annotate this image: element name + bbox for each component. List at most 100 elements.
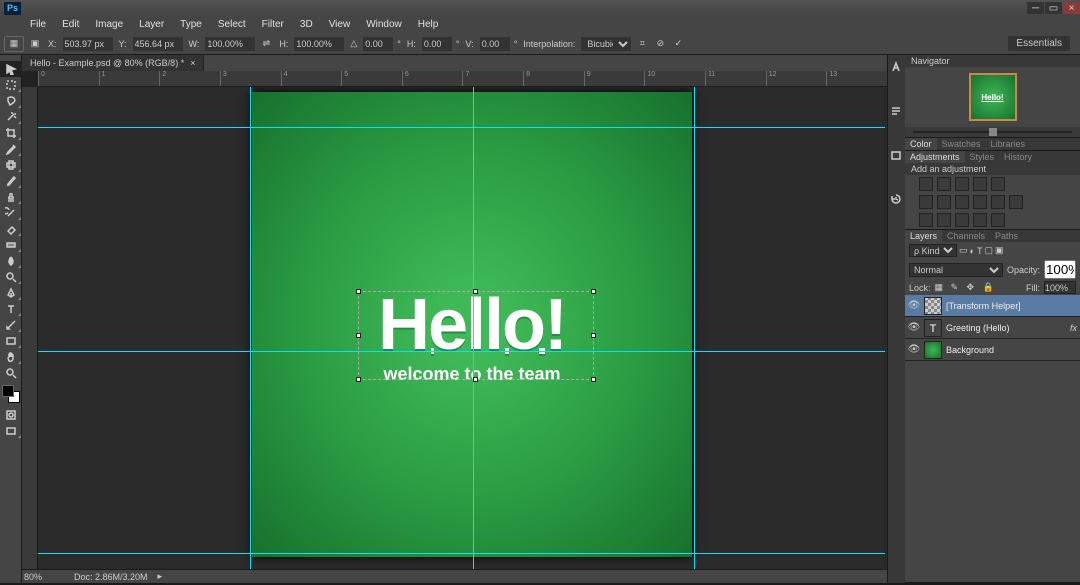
- layer-name[interactable]: Greeting (Hello): [946, 323, 1010, 333]
- move-tool[interactable]: [0, 61, 22, 77]
- skew-v-input[interactable]: [480, 37, 510, 51]
- filter-type-icon[interactable]: T: [977, 246, 983, 256]
- menu-view[interactable]: View: [321, 19, 359, 30]
- navigator-header[interactable]: Navigator: [905, 55, 1080, 67]
- reference-point-icon[interactable]: ▣: [28, 37, 42, 51]
- screenmode-toggle[interactable]: [0, 423, 22, 439]
- quickmask-toggle[interactable]: [0, 407, 22, 423]
- gradient-tool[interactable]: [0, 237, 22, 253]
- layer-thumbnail[interactable]: [924, 341, 942, 359]
- pen-tool[interactable]: [0, 285, 22, 301]
- visibility-icon[interactable]: 👁: [908, 344, 920, 356]
- blur-tool[interactable]: [0, 253, 22, 269]
- paragraph-panel-icon[interactable]: [890, 105, 904, 119]
- dodge-tool[interactable]: [0, 269, 22, 285]
- menu-type[interactable]: Type: [172, 19, 210, 30]
- type-layer-icon[interactable]: T: [924, 319, 942, 337]
- marquee-tool[interactable]: [0, 77, 22, 93]
- visibility-icon[interactable]: 👁: [908, 300, 920, 312]
- minimize-button[interactable]: ─: [1027, 2, 1044, 14]
- brightness-adj-icon[interactable]: [919, 177, 933, 191]
- crop-tool[interactable]: [0, 125, 22, 141]
- layer-row[interactable]: 👁 [Transform Helper]: [905, 295, 1080, 317]
- visibility-icon[interactable]: 👁: [908, 322, 920, 334]
- levels-adj-icon[interactable]: [937, 177, 951, 191]
- history-brush-tool[interactable]: [0, 205, 22, 221]
- layer-thumbnail[interactable]: [924, 297, 942, 315]
- opacity-input[interactable]: [1044, 260, 1076, 279]
- lock-all-icon[interactable]: 🔒: [983, 282, 995, 294]
- fill-input[interactable]: [1044, 281, 1076, 294]
- transform-box[interactable]: [358, 291, 594, 380]
- menu-3d[interactable]: 3D: [292, 19, 321, 30]
- character-panel-icon[interactable]: [890, 61, 904, 75]
- type-tool[interactable]: [0, 301, 22, 317]
- menu-window[interactable]: Window: [358, 19, 410, 30]
- guide[interactable]: [250, 87, 251, 569]
- channels-tab[interactable]: Channels: [942, 230, 990, 242]
- tab-close-icon[interactable]: ×: [190, 58, 195, 68]
- brush-tool[interactable]: [0, 173, 22, 189]
- lasso-tool[interactable]: [0, 93, 22, 109]
- exposure-adj-icon[interactable]: [973, 177, 987, 191]
- canvas[interactable]: Hello! welcome to the team: [38, 87, 887, 569]
- ruler-vertical[interactable]: [22, 87, 38, 569]
- stamp-tool[interactable]: [0, 189, 22, 205]
- guide[interactable]: [694, 87, 695, 569]
- color-picker[interactable]: [2, 385, 20, 403]
- styles-tab[interactable]: Styles: [965, 151, 1000, 163]
- guide[interactable]: [38, 127, 885, 128]
- navigator-zoom-slider[interactable]: [905, 127, 1080, 137]
- commit-transform-icon[interactable]: ✓: [671, 37, 685, 51]
- hue-adj-icon[interactable]: [919, 195, 933, 209]
- eraser-tool[interactable]: [0, 221, 22, 237]
- hand-tool[interactable]: [0, 349, 22, 365]
- warp-icon[interactable]: ⌗: [635, 37, 649, 51]
- lookup-adj-icon[interactable]: [1009, 195, 1023, 209]
- path-tool[interactable]: [0, 317, 22, 333]
- bw-adj-icon[interactable]: [955, 195, 969, 209]
- rotate-input[interactable]: [363, 37, 393, 51]
- w-input[interactable]: [205, 37, 255, 51]
- colorbal-adj-icon[interactable]: [937, 195, 951, 209]
- document-tab[interactable]: Hello - Example.psd @ 80% (RGB/8) *×: [22, 55, 204, 71]
- interp-select[interactable]: Bicubic: [581, 37, 631, 51]
- poster-adj-icon[interactable]: [937, 213, 951, 227]
- close-button[interactable]: ×: [1063, 2, 1080, 14]
- x-input[interactable]: [63, 37, 113, 51]
- layers-tab[interactable]: Layers: [905, 230, 942, 242]
- mini-bridge-icon[interactable]: [890, 149, 904, 163]
- navigator-preview[interactable]: Hello!: [905, 67, 1080, 127]
- shape-tool[interactable]: [0, 333, 22, 349]
- lock-transparent-icon[interactable]: ▦: [935, 282, 947, 294]
- photo-adj-icon[interactable]: [973, 195, 987, 209]
- filter-adj-icon[interactable]: ◐: [970, 246, 975, 256]
- zoom-tool[interactable]: [0, 365, 22, 381]
- workspace-switcher[interactable]: Essentials: [1008, 36, 1070, 51]
- color-tab[interactable]: Color: [905, 138, 937, 150]
- cancel-transform-icon[interactable]: ⊘: [653, 37, 667, 51]
- menu-help[interactable]: Help: [410, 19, 447, 30]
- libraries-tab[interactable]: Libraries: [986, 138, 1031, 150]
- menu-image[interactable]: Image: [87, 19, 131, 30]
- filter-shape-icon[interactable]: ▢: [984, 245, 993, 256]
- link-icon[interactable]: ⇌: [259, 37, 273, 51]
- skew-h-input[interactable]: [422, 37, 452, 51]
- menu-filter[interactable]: Filter: [254, 19, 292, 30]
- menu-layer[interactable]: Layer: [131, 19, 172, 30]
- blend-mode-select[interactable]: Normal: [909, 263, 1003, 277]
- layer-filter-kind[interactable]: ρ Kind: [909, 244, 957, 257]
- filter-pixel-icon[interactable]: ▭: [959, 245, 968, 256]
- restore-button[interactable]: ▭: [1045, 2, 1062, 14]
- layer-row[interactable]: 👁 Background: [905, 339, 1080, 361]
- filter-smart-icon[interactable]: ▣: [995, 245, 1004, 256]
- history-tab[interactable]: History: [999, 151, 1037, 163]
- lock-pixels-icon[interactable]: ✎: [951, 282, 963, 294]
- statusbar-arrow-icon[interactable]: ▸: [158, 571, 163, 582]
- invert-adj-icon[interactable]: [919, 213, 933, 227]
- gradmap-adj-icon[interactable]: [973, 213, 987, 227]
- y-input[interactable]: [133, 37, 183, 51]
- layer-name[interactable]: [Transform Helper]: [946, 301, 1021, 311]
- adjustments-tab[interactable]: Adjustments: [905, 151, 965, 163]
- curves-adj-icon[interactable]: [955, 177, 969, 191]
